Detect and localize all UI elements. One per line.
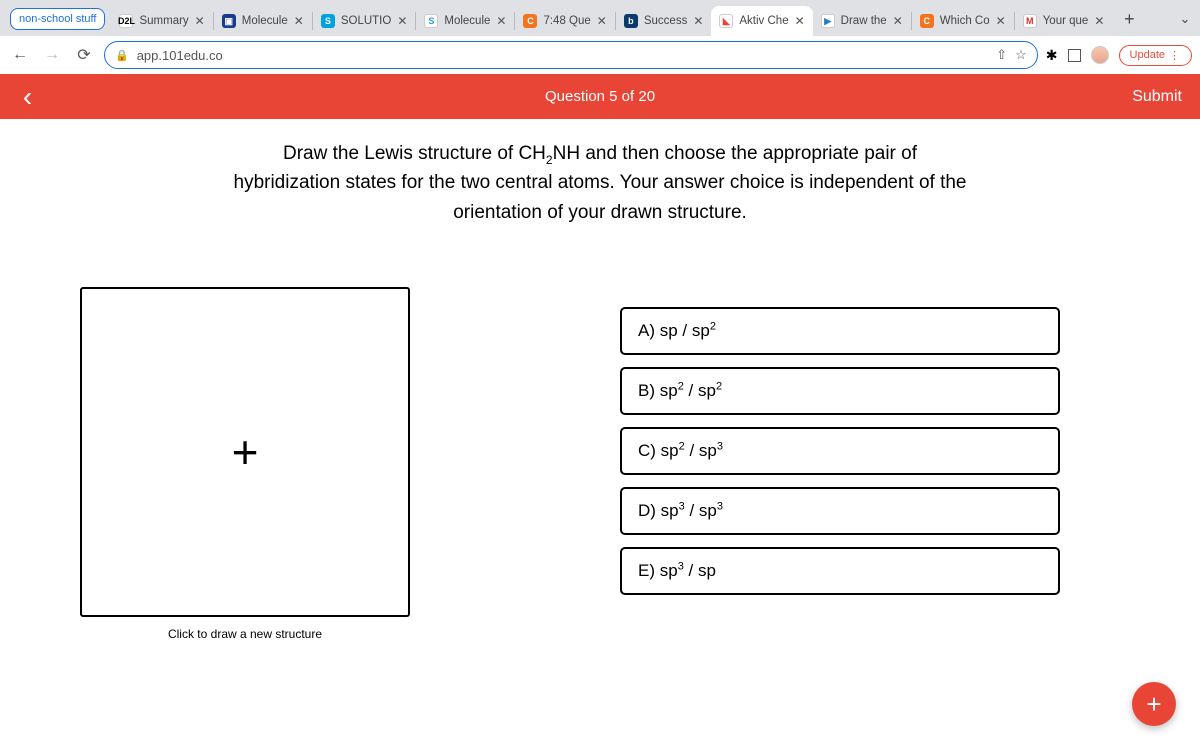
answer-option-d[interactable]: D) sp3 / sp3: [620, 487, 1060, 535]
close-icon[interactable]: ✕: [294, 14, 304, 28]
favicon: C: [920, 14, 934, 28]
tab-group-button[interactable]: non-school stuff: [10, 8, 105, 30]
tab-draw-the[interactable]: ▶ Draw the ✕: [813, 6, 911, 36]
favicon: S: [424, 14, 438, 28]
tab-summary[interactable]: D2L Summary ✕: [111, 6, 212, 36]
tab-title: 7:48 Que: [543, 15, 590, 27]
add-fab-button[interactable]: +: [1132, 682, 1176, 726]
url-text: app.101edu.co: [137, 48, 989, 63]
question-text: Draw the Lewis structure of CH2NH and th…: [230, 139, 970, 227]
address-bar[interactable]: 🔒 app.101edu.co ⇧ ☆: [104, 41, 1038, 69]
tab-title: Success: [644, 15, 687, 27]
tab-title: Your que: [1043, 15, 1089, 27]
tab-aktiv-che[interactable]: ◣ Aktiv Che ✕: [711, 6, 812, 36]
forward-button[interactable]: →: [40, 43, 64, 67]
tab-title: Aktiv Che: [739, 15, 788, 27]
update-button[interactable]: Update⋮: [1119, 45, 1192, 66]
favicon: b: [624, 14, 638, 28]
close-icon[interactable]: ✕: [397, 14, 407, 28]
favicon: ◣: [719, 14, 733, 28]
answer-option-a[interactable]: A) sp / sp2: [620, 307, 1060, 355]
profile-avatar[interactable]: [1091, 46, 1109, 64]
tab-7-48-que[interactable]: C 7:48 Que ✕: [515, 6, 614, 36]
favicon: C: [523, 14, 537, 28]
panel-icon[interactable]: [1068, 49, 1081, 62]
favicon: ▶: [821, 14, 835, 28]
tab-molecule[interactable]: ▣ Molecule ✕: [214, 6, 312, 36]
extensions-icon[interactable]: ✱: [1046, 47, 1058, 64]
close-icon[interactable]: ✕: [996, 14, 1006, 28]
close-icon[interactable]: ✕: [195, 14, 205, 28]
tab-title: Which Co: [940, 15, 990, 27]
bookmark-icon[interactable]: ☆: [1015, 47, 1027, 63]
tab-title: SOLUTIO: [341, 15, 391, 27]
reload-button[interactable]: ⟳: [72, 43, 96, 67]
new-tab-button[interactable]: +: [1116, 6, 1142, 32]
tab-molecule[interactable]: S Molecule ✕: [416, 6, 514, 36]
answer-option-c[interactable]: C) sp2 / sp3: [620, 427, 1060, 475]
plus-icon: +: [232, 429, 259, 475]
favicon: ▣: [222, 14, 236, 28]
tabs-dropdown-button[interactable]: ⌄: [1174, 6, 1196, 32]
tab-title: Draw the: [841, 15, 887, 27]
tab-your-que[interactable]: M Your que ✕: [1015, 6, 1113, 36]
close-icon[interactable]: ✕: [893, 14, 903, 28]
question-header: ‹ Question 5 of 20 Submit: [0, 74, 1200, 119]
close-icon[interactable]: ✕: [597, 14, 607, 28]
tab-strip: non-school stuff D2LSummary✕▣Molecule✕SS…: [0, 0, 1200, 36]
tab-title: Molecule: [242, 15, 288, 27]
favicon: M: [1023, 14, 1037, 28]
browser-toolbar: ← → ⟳ 🔒 app.101edu.co ⇧ ☆ ✱ Update⋮: [0, 36, 1200, 74]
tab-title: Summary: [139, 15, 188, 27]
favicon: S: [321, 14, 335, 28]
share-icon[interactable]: ⇧: [996, 47, 1007, 63]
back-button[interactable]: ←: [8, 43, 32, 67]
question-back-button[interactable]: ‹: [0, 74, 55, 119]
close-icon[interactable]: ✕: [1094, 14, 1104, 28]
tab-which-co[interactable]: C Which Co ✕: [912, 6, 1014, 36]
submit-button[interactable]: Submit: [1132, 88, 1182, 106]
close-icon[interactable]: ✕: [496, 14, 506, 28]
answer-option-b[interactable]: B) sp2 / sp2: [620, 367, 1060, 415]
favicon: D2L: [119, 14, 133, 28]
question-content: Draw the Lewis structure of CH2NH and th…: [0, 119, 1200, 641]
lock-icon: 🔒: [115, 49, 129, 62]
tab-title: Molecule: [444, 15, 490, 27]
answer-options: A) sp / sp2 B) sp2 / sp2 C) sp2 / sp3 D) sp…: [620, 307, 1060, 641]
tab-success[interactable]: b Success ✕: [616, 6, 712, 36]
question-counter: Question 5 of 20: [545, 88, 655, 105]
draw-caption: Click to draw a new structure: [80, 627, 410, 641]
tab-solutio[interactable]: S SOLUTIO ✕: [313, 6, 416, 36]
close-icon[interactable]: ✕: [795, 14, 805, 28]
answer-option-e[interactable]: E) sp3 / sp: [620, 547, 1060, 595]
close-icon[interactable]: ✕: [693, 14, 703, 28]
structure-draw-area[interactable]: +: [80, 287, 410, 617]
